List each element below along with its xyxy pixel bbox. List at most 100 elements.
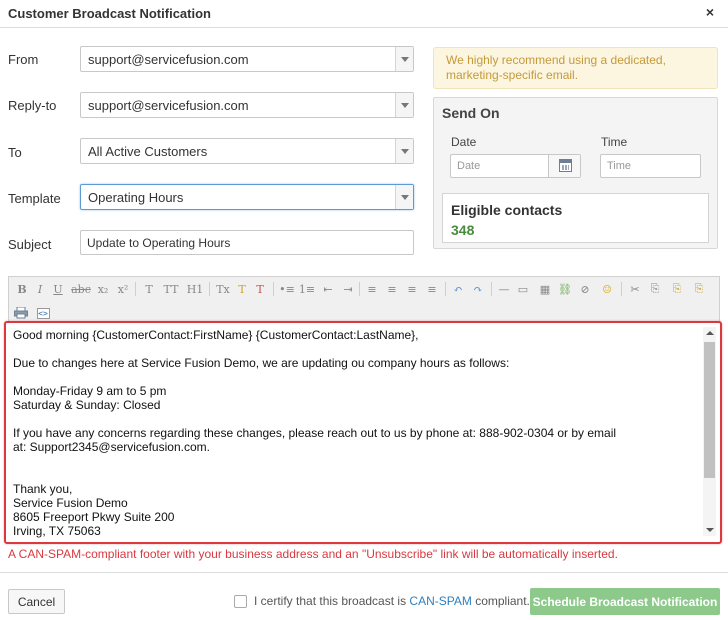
scroll-thumb[interactable] bbox=[704, 342, 715, 478]
cut-button[interactable]: ✂ bbox=[627, 280, 643, 298]
undo-button[interactable]: ↶ bbox=[451, 280, 465, 298]
certify-prefix: I certify that this broadcast is bbox=[254, 594, 410, 608]
outdent-button[interactable]: ⇤ bbox=[321, 280, 335, 298]
text-color-button[interactable]: Tx bbox=[215, 280, 231, 298]
from-select[interactable]: support@servicefusion.com bbox=[80, 46, 414, 72]
subject-input[interactable]: Update to Operating Hours bbox=[80, 230, 414, 255]
subscript-button[interactable]: x₂ bbox=[95, 280, 111, 298]
paste-text-button[interactable]: ⎘ bbox=[691, 280, 707, 298]
certify-checkbox[interactable] bbox=[234, 594, 247, 608]
to-label: To bbox=[8, 145, 22, 160]
subject-value: Update to Operating Hours bbox=[87, 236, 231, 250]
message-line: Service Fusion Demo bbox=[13, 496, 128, 510]
clear-format-button[interactable]: T bbox=[253, 280, 267, 298]
close-icon[interactable]: × bbox=[706, 4, 714, 20]
message-editor[interactable]: Good morning {CustomerContact:FirstName}… bbox=[4, 321, 722, 544]
unlink-button[interactable]: ⊘ bbox=[577, 280, 593, 298]
dialog-header: Customer Broadcast Notification × bbox=[0, 0, 728, 28]
print-icon[interactable] bbox=[13, 304, 29, 322]
redo-button[interactable]: ↷ bbox=[471, 280, 485, 298]
chevron-down-icon[interactable] bbox=[395, 93, 413, 117]
message-line: Good morning {CustomerContact:FirstName}… bbox=[13, 328, 419, 342]
time-label: Time bbox=[601, 135, 628, 149]
canspam-note: A CAN-SPAM-compliant footer with your bu… bbox=[8, 547, 618, 561]
print-icon-graphic bbox=[14, 307, 28, 319]
from-value: support@servicefusion.com bbox=[88, 52, 249, 67]
scroll-down-icon[interactable] bbox=[703, 523, 716, 536]
canspam-link[interactable]: CAN-SPAM bbox=[409, 594, 471, 608]
underline-button[interactable]: U bbox=[51, 280, 65, 298]
editor-toolbar: B I U abc x₂ x² T TT H1 Tx T T •≡ 1≡ ⇤ ⇥… bbox=[8, 276, 720, 324]
template-label: Template bbox=[8, 191, 61, 206]
date-picker-button[interactable] bbox=[548, 155, 580, 177]
indent-button[interactable]: ⇥ bbox=[341, 280, 355, 298]
dialog-title: Customer Broadcast Notification bbox=[8, 6, 211, 21]
source-icon-glyph: <> bbox=[36, 307, 50, 319]
certify-compliance: I certify that this broadcast is CAN-SPA… bbox=[234, 594, 530, 608]
message-line: Irving, TX 75063 bbox=[13, 524, 101, 538]
calendar-icon bbox=[559, 159, 572, 172]
dialog-footer: Cancel I certify that this broadcast is … bbox=[0, 572, 728, 620]
scroll-up-icon[interactable] bbox=[703, 327, 716, 340]
toolbar-divider bbox=[491, 282, 492, 296]
certify-suffix: compliant. bbox=[471, 594, 530, 608]
horizontal-rule-button[interactable]: — bbox=[497, 280, 511, 298]
eligible-contacts-title: Eligible contacts bbox=[451, 202, 563, 218]
subject-label: Subject bbox=[8, 237, 52, 252]
editor-scrollbar[interactable] bbox=[703, 327, 716, 536]
insert-frame-button[interactable]: ▭ bbox=[515, 280, 531, 298]
align-right-button[interactable]: ≡ bbox=[405, 280, 419, 298]
cancel-button[interactable]: Cancel bbox=[8, 589, 65, 614]
chevron-down-icon[interactable] bbox=[395, 139, 413, 163]
time-placeholder: Time bbox=[607, 160, 632, 172]
to-select[interactable]: All Active Customers bbox=[80, 138, 414, 164]
toolbar-divider bbox=[209, 282, 210, 296]
bullet-list-button[interactable]: •≡ bbox=[279, 280, 295, 298]
highlight-button[interactable]: T bbox=[235, 280, 249, 298]
message-line: 8605 Freeport Pkwy Suite 200 bbox=[13, 510, 175, 524]
emoji-button[interactable]: ☺ bbox=[599, 280, 615, 298]
superscript-button[interactable]: x² bbox=[115, 280, 131, 298]
schedule-broadcast-button[interactable]: Schedule Broadcast Notification bbox=[530, 588, 720, 615]
heading-button[interactable]: H1 bbox=[185, 280, 205, 298]
message-line: Thank you, bbox=[13, 482, 73, 496]
to-value: All Active Customers bbox=[88, 144, 208, 159]
date-placeholder: Date bbox=[457, 160, 481, 172]
eligible-contacts-count: 348 bbox=[451, 222, 475, 238]
from-label: From bbox=[8, 52, 39, 67]
align-left-button[interactable]: ≡ bbox=[365, 280, 379, 298]
paste-button[interactable]: ⎘ bbox=[669, 280, 685, 298]
insert-link-button[interactable]: ⛓ bbox=[557, 280, 573, 298]
message-line: Due to changes here at Service Fusion De… bbox=[13, 356, 510, 370]
message-line: If you have any concerns regarding these… bbox=[13, 426, 617, 440]
toolbar-divider bbox=[621, 282, 622, 296]
bold-button[interactable]: B bbox=[15, 280, 29, 298]
date-field[interactable]: Date bbox=[450, 154, 581, 178]
insert-table-button[interactable]: ▦ bbox=[537, 280, 553, 298]
message-line: Monday-Friday 9 am to 5 pm bbox=[13, 384, 167, 398]
chevron-down-icon[interactable] bbox=[395, 47, 413, 71]
justify-button[interactable]: ≡ bbox=[425, 280, 439, 298]
align-center-button[interactable]: ≡ bbox=[385, 280, 399, 298]
template-select[interactable]: Operating Hours bbox=[80, 184, 414, 210]
strikethrough-button[interactable]: abc bbox=[71, 280, 91, 298]
time-field[interactable]: Time bbox=[600, 154, 701, 178]
font-family-button[interactable]: T bbox=[141, 280, 157, 298]
source-icon[interactable]: <> bbox=[35, 304, 51, 322]
message-body[interactable]: Good morning {CustomerContact:FirstName}… bbox=[13, 328, 703, 538]
chevron-down-icon[interactable] bbox=[395, 185, 413, 209]
copy-button[interactable]: ⎘ bbox=[647, 280, 663, 298]
italic-button[interactable]: I bbox=[33, 280, 47, 298]
reply-to-select[interactable]: support@servicefusion.com bbox=[80, 92, 414, 118]
message-line: at: Support2345@servicefusion.com. bbox=[13, 440, 210, 454]
numbered-list-button[interactable]: 1≡ bbox=[299, 280, 315, 298]
send-on-panel: Send On Date Time Date Time Eligible con… bbox=[433, 97, 718, 249]
toolbar-divider bbox=[135, 282, 136, 296]
reply-to-label: Reply-to bbox=[8, 98, 57, 113]
reply-to-value: support@servicefusion.com bbox=[88, 98, 249, 113]
font-size-button[interactable]: TT bbox=[161, 280, 181, 298]
